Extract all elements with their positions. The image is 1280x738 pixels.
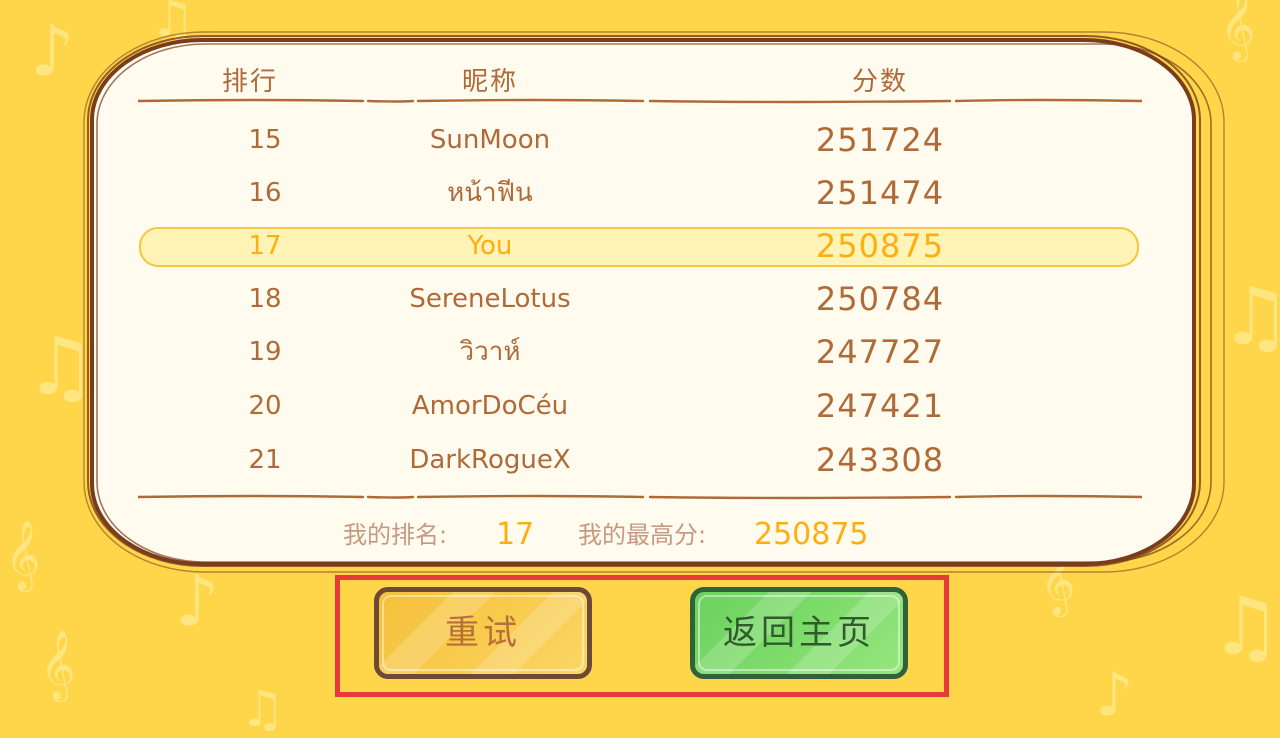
- retry-button-label: 重试: [445, 613, 521, 653]
- header-score: 分数: [851, 67, 908, 97]
- my-best-value: 250875: [754, 517, 869, 552]
- rank-cell: 16: [248, 178, 282, 208]
- score-cell: 250784: [815, 280, 945, 318]
- score-cell: 247421: [815, 387, 945, 425]
- score-cell: 243308: [815, 441, 945, 479]
- score-cell: 247727: [815, 333, 945, 371]
- table-row: 18 SereneLotus 250784: [0, 272, 1280, 326]
- name-cell: You: [467, 231, 513, 261]
- name-cell: วิวาห์: [459, 337, 521, 367]
- table-row: 15 SunMoon 251724: [0, 113, 1280, 167]
- retry-button[interactable]: 重试: [374, 587, 592, 679]
- score-cell: 251724: [815, 121, 945, 159]
- score-cell: 251474: [815, 174, 945, 212]
- rank-cell: 19: [248, 337, 282, 367]
- name-cell: SunMoon: [429, 125, 551, 155]
- rank-cell: 21: [248, 445, 282, 475]
- home-button-label: 返回主页: [723, 613, 875, 653]
- header-name: 昵称: [461, 67, 518, 97]
- player-summary: 我的排名: 17 我的最高分: 250875: [0, 512, 1280, 558]
- home-button[interactable]: 返回主页: [690, 587, 908, 679]
- table-row: 20 AmorDoCéu 247421: [0, 379, 1280, 433]
- header-divider: [138, 98, 1142, 104]
- score-cell: 250875: [815, 227, 945, 265]
- rank-cell: 20: [248, 391, 282, 421]
- header-rank: 排行: [221, 67, 278, 97]
- leaderboard-header: 排行 昵称 分数: [0, 62, 1280, 102]
- name-cell: หน้าฟีน: [447, 178, 533, 208]
- current-player-row: 17 You 250875: [0, 219, 1280, 273]
- table-row: 16 หน้าฟีน 251474: [0, 166, 1280, 220]
- name-cell: SereneLotus: [409, 284, 571, 314]
- my-rank-label: 我的排名:: [343, 521, 448, 549]
- name-cell: AmorDoCéu: [411, 391, 569, 421]
- rank-cell: 17: [248, 231, 282, 261]
- rank-cell: 18: [248, 284, 282, 314]
- table-row: 21 DarkRogueX 243308: [0, 433, 1280, 487]
- my-best-label: 我的最高分:: [578, 521, 707, 549]
- rank-cell: 15: [248, 125, 282, 155]
- name-cell: DarkRogueX: [409, 445, 571, 475]
- table-row: 19 วิวาห์ 247727: [0, 325, 1280, 379]
- footer-divider: [138, 494, 1142, 500]
- my-rank-value: 17: [496, 517, 535, 552]
